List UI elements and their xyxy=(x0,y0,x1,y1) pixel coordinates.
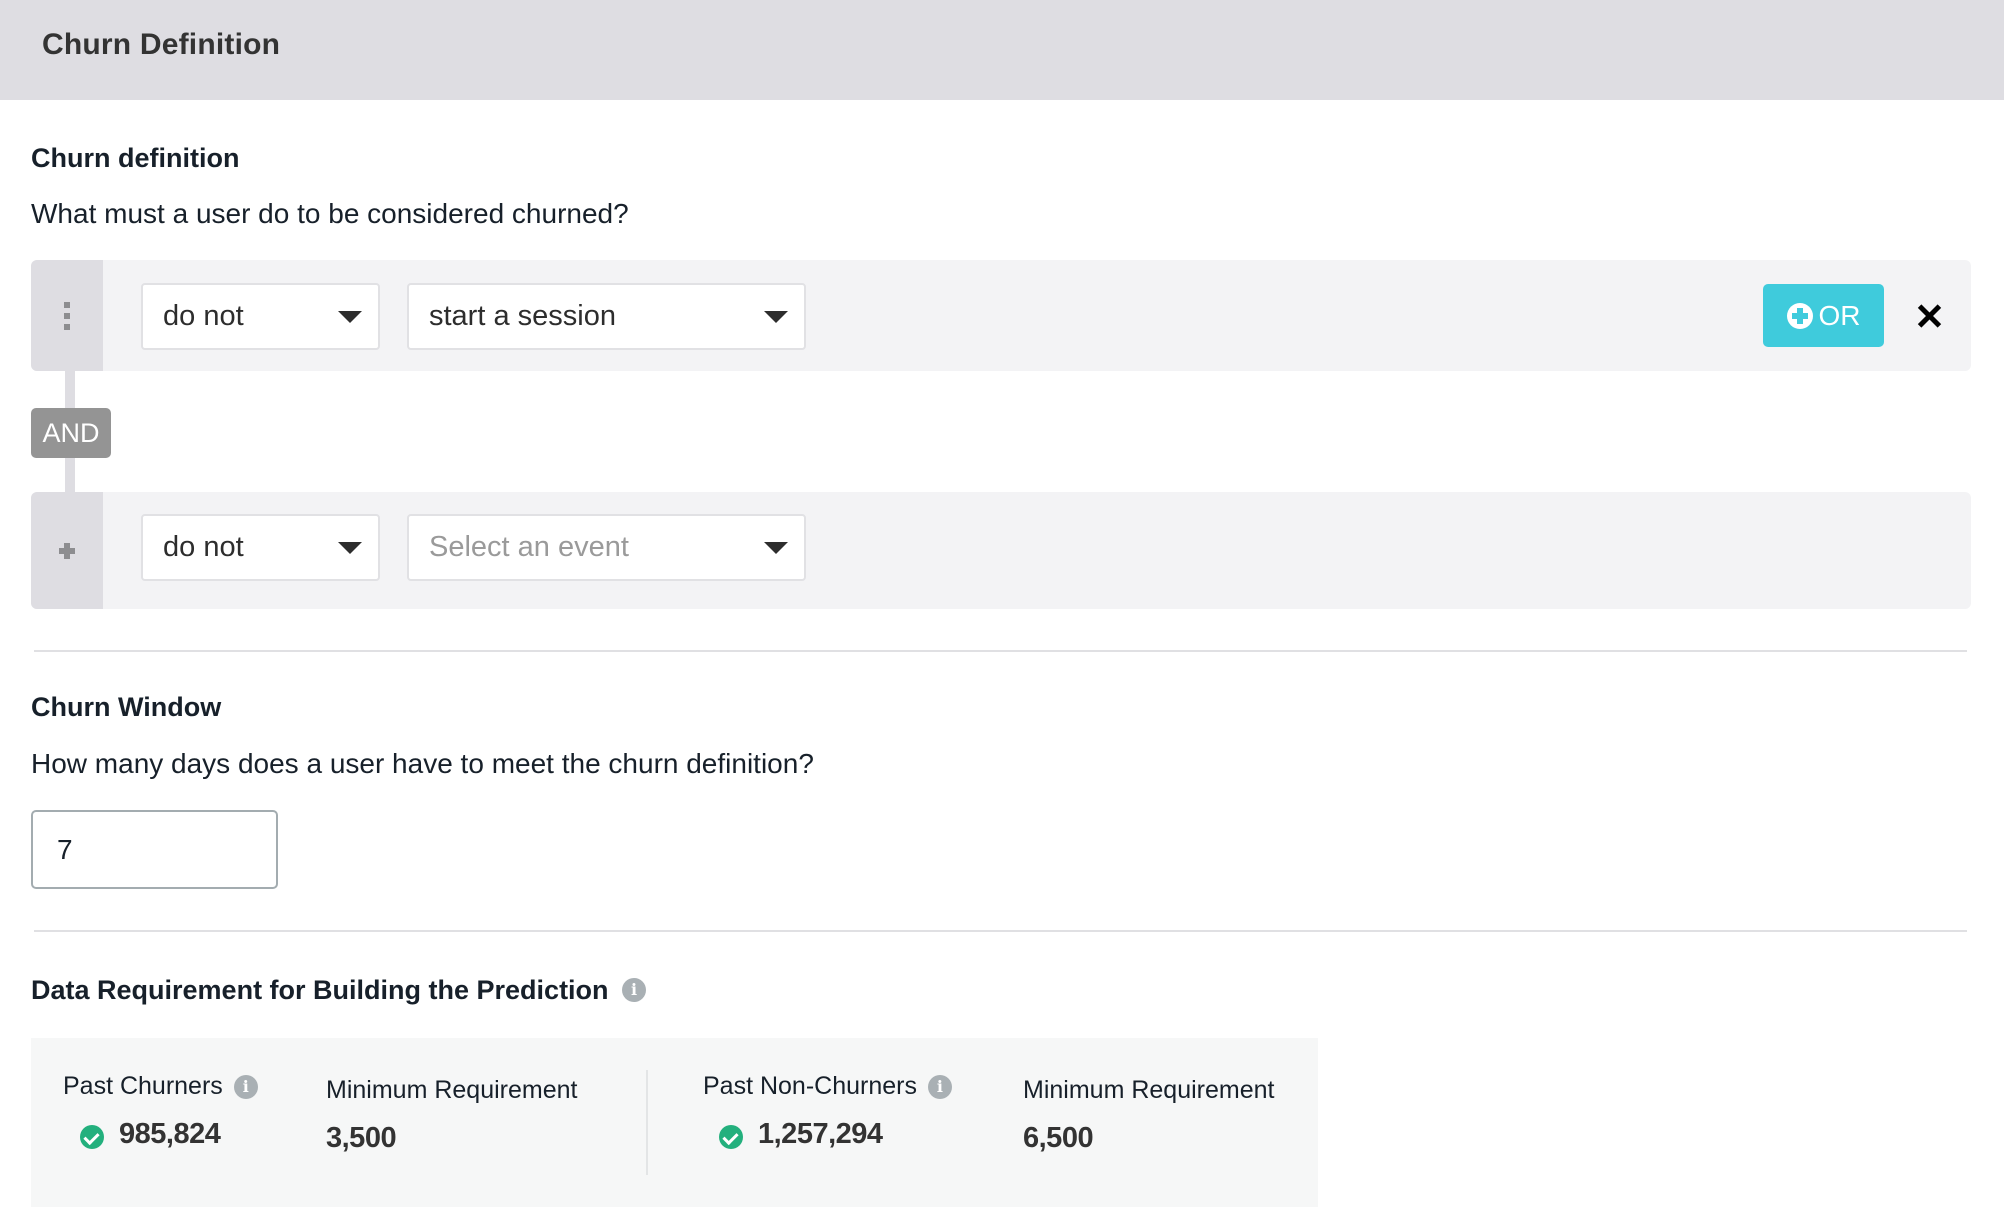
caret-down-icon xyxy=(338,310,362,323)
past-churners-label-text: Past Churners xyxy=(63,1072,223,1100)
past-non-churners-label: Past Non-Churners i xyxy=(703,1072,952,1101)
condition-select-value: do not xyxy=(163,531,244,563)
plus-icon xyxy=(59,542,75,559)
page-header: Churn Definition xyxy=(0,0,2004,100)
close-icon[interactable] xyxy=(1917,303,1943,329)
add-row-handle[interactable] xyxy=(31,492,103,609)
check-circle-icon xyxy=(719,1125,743,1149)
past-churners-label: Past Churners i xyxy=(63,1072,258,1101)
filter-row-1: do not start a session OR xyxy=(31,260,1971,371)
caret-down-icon xyxy=(338,541,362,554)
event-select-2[interactable]: Select an event xyxy=(407,514,806,581)
stats-separator xyxy=(646,1070,648,1175)
caret-down-icon xyxy=(764,310,788,323)
past-churners-value: 985,824 xyxy=(119,1118,221,1150)
or-button-label: OR xyxy=(1818,299,1861,331)
non-churners-min-requirement-label: Minimum Requirement xyxy=(1023,1076,1275,1104)
info-icon[interactable]: i xyxy=(233,1075,258,1100)
info-icon[interactable]: i xyxy=(927,1075,952,1100)
churners-min-requirement-value: 3,500 xyxy=(326,1122,397,1154)
non-churners-min-requirement-value: 6,500 xyxy=(1023,1122,1094,1154)
plus-circle-icon xyxy=(1786,302,1813,329)
churn-definition-question: What must a user do to be considered chu… xyxy=(31,198,629,229)
add-or-button[interactable]: OR xyxy=(1763,284,1884,347)
info-icon[interactable]: i xyxy=(622,977,647,1002)
filter-row-2: do not Select an event xyxy=(31,492,1971,609)
condition-select-value: do not xyxy=(163,300,244,332)
condition-select-2[interactable]: do not xyxy=(141,514,380,581)
data-requirement-title: Data Requirement for Building the Predic… xyxy=(31,975,609,1005)
data-requirement-card: Past Churners i 985,824 Minimum Requirem… xyxy=(31,1038,1318,1207)
drag-handle-icon xyxy=(64,301,70,330)
event-select-1[interactable]: start a session xyxy=(407,283,806,350)
churn-window-days-input[interactable] xyxy=(31,810,278,889)
churn-window-heading: Churn Window xyxy=(31,692,222,722)
page-title: Churn Definition xyxy=(42,28,281,61)
past-non-churners-label-text: Past Non-Churners xyxy=(703,1072,917,1100)
check-circle-icon xyxy=(80,1125,104,1149)
data-requirement-heading: Data Requirement for Building the Predic… xyxy=(31,975,647,1006)
section-divider xyxy=(34,930,1967,932)
and-badge: AND xyxy=(31,408,111,458)
caret-down-icon xyxy=(764,541,788,554)
churn-window-question: How many days does a user have to meet t… xyxy=(31,748,814,779)
past-non-churners-value: 1,257,294 xyxy=(758,1118,883,1150)
churners-min-requirement-label: Minimum Requirement xyxy=(326,1076,578,1104)
condition-select-1[interactable]: do not xyxy=(141,283,380,350)
event-select-value: start a session xyxy=(429,300,616,332)
drag-handle[interactable] xyxy=(31,260,103,371)
churn-definition-heading: Churn definition xyxy=(31,143,240,173)
section-divider xyxy=(34,650,1967,652)
event-select-placeholder: Select an event xyxy=(429,531,629,563)
